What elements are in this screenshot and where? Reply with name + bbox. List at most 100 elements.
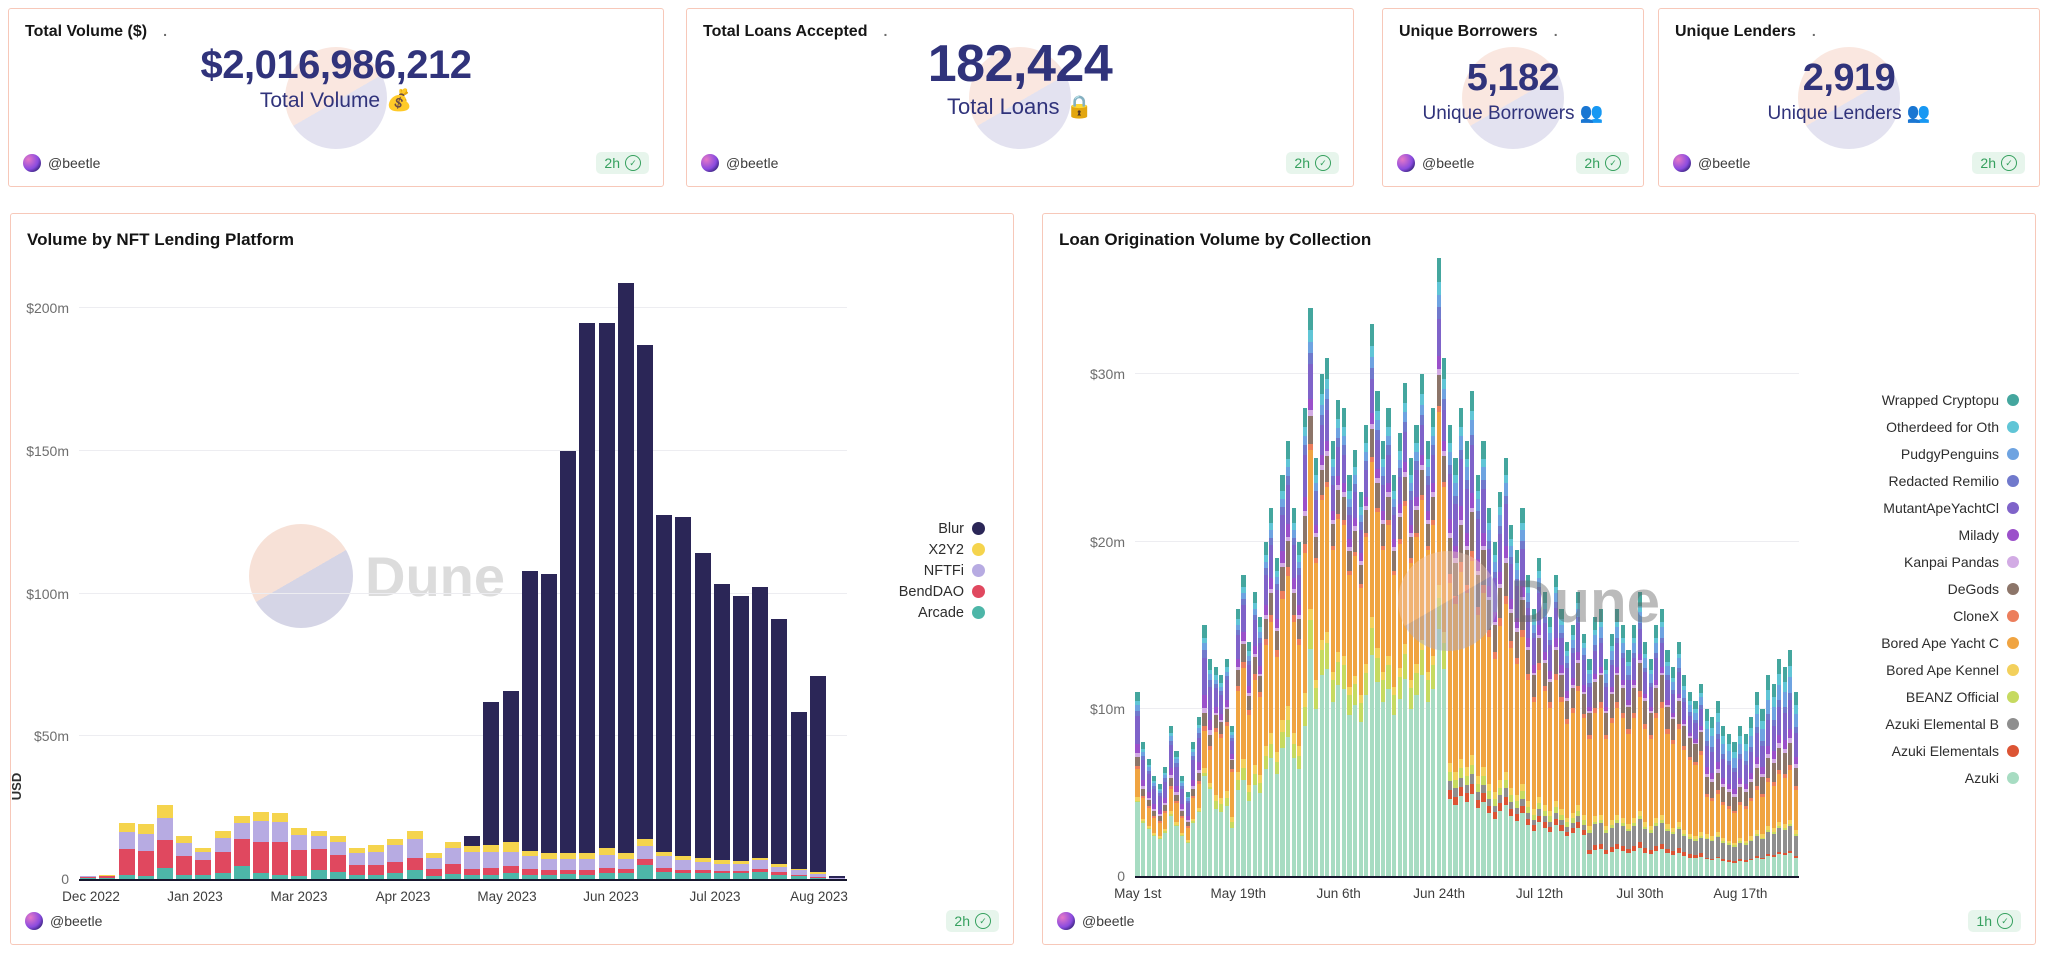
bar[interactable] [1643,642,1647,876]
bar[interactable] [1152,776,1156,876]
bar[interactable] [1610,634,1614,876]
bar[interactable] [1191,742,1195,876]
bar[interactable] [1772,684,1776,876]
bar[interactable] [1593,617,1597,876]
bar[interactable] [1548,617,1552,876]
bar[interactable] [464,836,480,879]
bar[interactable] [387,839,403,879]
legend-item-mutantapeyachtcl[interactable]: MutantApeYachtCl [1881,494,2019,521]
legend-item-azuki-elementals[interactable]: Azuki Elementals [1881,737,2019,764]
legend-item-azuki[interactable]: Azuki [1881,764,2019,791]
bar[interactable] [1180,776,1184,876]
bar[interactable] [1336,400,1340,876]
bar[interactable] [1710,717,1714,876]
author-link[interactable]: @beetle [1673,154,1750,172]
legend-item-degods[interactable]: DeGods [1881,575,2019,602]
bar[interactable] [560,451,576,879]
bar[interactable] [829,876,845,879]
bar[interactable] [1208,659,1212,876]
bar[interactable] [1465,441,1469,876]
bar[interactable] [1219,675,1223,876]
bar[interactable] [1174,751,1178,876]
refresh-badge[interactable]: 2h✓ [1286,152,1339,174]
bar[interactable] [1386,408,1390,876]
bar[interactable] [1420,374,1424,876]
kpi-title[interactable]: Total Volume ($) [25,23,147,40]
legend-item-otherdeed-for-oth[interactable]: Otherdeed for Oth [1881,413,2019,440]
bar[interactable] [1253,592,1257,876]
bar[interactable] [1381,441,1385,876]
author-link[interactable]: @beetle [1057,912,1134,930]
bar[interactable] [349,848,365,879]
bar[interactable] [599,323,615,879]
bar[interactable] [733,596,749,879]
bar[interactable] [215,831,231,879]
bar[interactable] [330,836,346,879]
legend-item-kanpai-pandas[interactable]: Kanpai Pandas [1881,548,2019,575]
bar[interactable] [1576,592,1580,876]
bar[interactable] [1236,609,1240,876]
bar[interactable] [99,875,115,879]
bar[interactable] [1275,558,1279,876]
bar[interactable] [1638,592,1642,876]
bar[interactable] [1370,324,1374,876]
bar[interactable] [791,712,807,879]
bar[interactable] [656,515,672,879]
bar[interactable] [291,828,307,879]
bar[interactable] [311,831,327,879]
bar[interactable] [771,619,787,879]
bar[interactable] [1755,692,1759,876]
bar[interactable] [1794,692,1798,876]
bar[interactable] [1347,475,1351,876]
bar[interactable] [1392,475,1396,876]
bar[interactable] [1543,592,1547,876]
bar[interactable] [157,805,173,879]
legend-item-arcade[interactable]: Arcade [899,602,985,623]
bar[interactable] [1654,625,1658,876]
bar[interactable] [1520,508,1524,876]
refresh-badge[interactable]: 1h✓ [1968,910,2021,932]
legend-item-clonex[interactable]: CloneX [1881,602,2019,629]
chart-title[interactable]: Volume by NFT Lending Platform [27,230,294,250]
bar[interactable] [1331,441,1335,876]
bar[interactable] [1554,575,1558,876]
bar[interactable] [1414,425,1418,876]
bar[interactable] [1727,734,1731,876]
bar[interactable] [1197,717,1201,876]
bar[interactable] [714,584,730,879]
bar[interactable] [1453,458,1457,876]
bar[interactable] [752,587,768,879]
bar[interactable] [253,812,269,879]
bar[interactable] [1693,701,1697,876]
bar[interactable] [138,824,154,879]
bar[interactable] [1571,625,1575,876]
bar[interactable] [1359,492,1363,876]
bar[interactable] [1241,575,1245,876]
bar[interactable] [234,816,250,879]
bar[interactable] [1286,441,1290,876]
bar[interactable] [1364,425,1368,876]
bar[interactable] [1509,525,1513,876]
bar[interactable] [1264,542,1268,876]
bar[interactable] [1141,742,1145,876]
legend-item-pudgypenguins[interactable]: PudgyPenguins [1881,440,2019,467]
bar[interactable] [1398,433,1402,876]
legend-item-x2y2[interactable]: X2Y2 [899,539,985,560]
legend-item-redacted-remilio[interactable]: Redacted Remilio [1881,467,2019,494]
author-link[interactable]: @beetle [23,154,100,172]
bar[interactable] [1649,659,1653,876]
bar[interactable] [1470,391,1474,876]
bar[interactable] [272,813,288,879]
bar[interactable] [80,876,96,879]
bar[interactable] [1442,358,1446,876]
author-link[interactable]: @beetle [1397,154,1474,172]
bar[interactable] [675,517,691,879]
bar[interactable] [1214,667,1218,876]
bar[interactable] [1559,609,1563,876]
bar[interactable] [1788,650,1792,876]
bar[interactable] [483,702,499,879]
bar[interactable] [1409,458,1413,876]
bar[interactable] [1632,625,1636,876]
bar[interactable] [1604,659,1608,876]
bar[interactable] [1225,659,1229,876]
